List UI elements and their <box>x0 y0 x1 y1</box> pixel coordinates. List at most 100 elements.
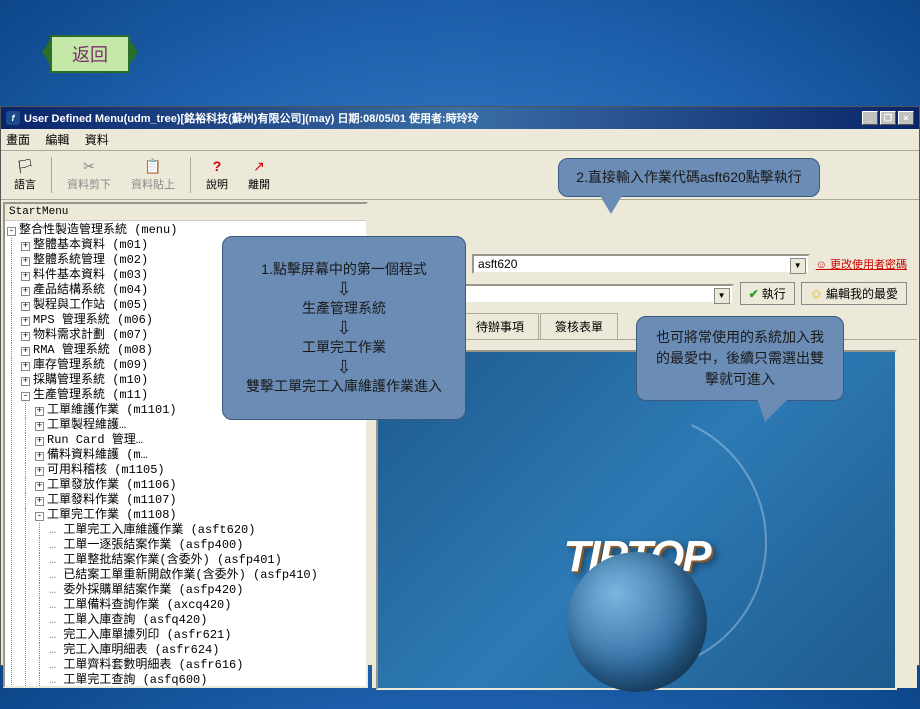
tree-label[interactable]: 採購管理系統 (m10) <box>33 373 148 387</box>
tab-approval[interactable]: 簽核表單 <box>540 313 618 339</box>
minimize-button[interactable]: _ <box>862 111 878 125</box>
tree-item: +可用料稽核 (m1105) <box>21 463 364 478</box>
tree-label[interactable]: 物料需求計劃 (m07) <box>33 328 148 342</box>
tree-label[interactable]: 工單齊料套數明細表 (asfr616) <box>63 658 243 672</box>
tree-header: StartMenu <box>5 204 366 221</box>
tree-label[interactable]: MPS 管理系統 (m06) <box>33 313 153 327</box>
tree-item: +工單發放作業 (m1106) <box>21 478 364 493</box>
tree-item: +工單發料作業 (m1107) <box>21 493 364 508</box>
edit-favorites-button[interactable]: ☺編輯我的最愛 <box>801 282 907 305</box>
expand-icon[interactable]: + <box>21 317 30 326</box>
scissors-icon: ✂ <box>79 158 99 174</box>
tree-label[interactable]: 完工入庫單據列印 (asfr621) <box>63 628 231 642</box>
expand-icon[interactable]: + <box>21 347 30 356</box>
tree-item: … 工單入庫查詢 (asfq420) <box>35 613 364 628</box>
tree-label[interactable]: 可用料稽核 (m1105) <box>47 463 165 477</box>
callout-3: 也可將常使用的系統加入我的最愛中，後續只需選出雙擊就可進入 <box>636 316 844 401</box>
tree-item: … 工單完工查詢 (asfq600) <box>35 673 364 688</box>
help-button[interactable]: ?說明 <box>197 155 237 195</box>
tree-label[interactable]: 料件基本資料 (m03) <box>33 268 148 282</box>
app-icon: f <box>6 111 20 125</box>
tree-label[interactable]: Run Card 管理… <box>47 433 143 447</box>
tree-item: +備料資料維護 (m… <box>21 448 364 463</box>
tree-label[interactable]: 工單完工入庫維護作業 (asft620) <box>63 523 255 537</box>
expand-icon[interactable]: + <box>21 257 30 266</box>
tab-todo[interactable]: 待辦事項 <box>461 313 539 339</box>
tree-label[interactable]: 工單完工查詢 (asfq600) <box>63 673 207 687</box>
execute-button[interactable]: ✔執行 <box>740 282 795 305</box>
tree-label[interactable]: 工單一逐張結案作業 (asfp400) <box>63 538 243 552</box>
tree-item: +Run Card 管理… <box>21 433 364 448</box>
expand-icon[interactable]: + <box>21 272 30 281</box>
tree-label[interactable]: 工單維護作業 (m1101) <box>47 403 177 417</box>
tree-item: … 工單整批結案作業(含委外) (asfp401) <box>35 553 364 568</box>
tree-label[interactable]: 備料資料維護 (m… <box>47 448 148 462</box>
expand-icon[interactable]: + <box>21 242 30 251</box>
tree-item: … 工單完工入庫維護作業 (asft620) <box>35 523 364 538</box>
expand-icon[interactable]: + <box>35 467 44 476</box>
menubar: 畫面 編輯 資料 <box>1 129 919 151</box>
tree-label[interactable]: 製程與工作站 (m05) <box>33 298 148 312</box>
arrow-down-icon: ⇩ <box>336 358 351 376</box>
tree-label[interactable]: 工單入庫查詢 (asfq420) <box>63 613 207 627</box>
collapse-icon[interactable]: - <box>7 227 16 236</box>
code-input[interactable]: asft620 <box>472 254 810 274</box>
menu-edit[interactable]: 編輯 <box>45 133 69 147</box>
tree-item: … 已結案工單重新開啟作業(含委外) (asfp410) <box>35 568 364 583</box>
expand-icon[interactable]: + <box>35 482 44 491</box>
expand-icon[interactable]: + <box>35 407 44 416</box>
expand-icon[interactable]: + <box>21 362 30 371</box>
paste-button: 📋資料貼上 <box>122 155 184 195</box>
tree-label[interactable]: 整體系統管理 (m02) <box>33 253 148 267</box>
maximize-button[interactable]: ❐ <box>880 111 896 125</box>
help-icon: ? <box>207 158 227 174</box>
tree-label[interactable]: 工單完工作業 (m1108) <box>47 508 177 522</box>
expand-icon[interactable]: + <box>21 302 30 311</box>
tree-item: … 完工入庫單據列印 (asfr621) <box>35 628 364 643</box>
back-button[interactable]: 返回 <box>50 35 130 73</box>
collapse-icon[interactable]: - <box>35 512 44 521</box>
cut-button: ✂資料剪下 <box>58 155 120 195</box>
tree-label[interactable]: 庫存管理系統 (m09) <box>33 358 148 372</box>
tree-label[interactable]: 產品結構系統 (m04) <box>33 283 148 297</box>
clipboard-icon: 📋 <box>143 158 163 174</box>
menu-screen[interactable]: 畫面 <box>6 133 30 147</box>
arrow-down-icon: ⇩ <box>336 280 351 298</box>
menu-data[interactable]: 資料 <box>85 133 109 147</box>
tree-label[interactable]: 整體基本資料 (m01) <box>33 238 148 252</box>
close-button[interactable]: × <box>898 111 914 125</box>
globe-icon <box>567 552 707 692</box>
tree-item: … 完工入庫明細表 (asfr624) <box>35 643 364 658</box>
expand-icon[interactable]: + <box>21 332 30 341</box>
tree-label[interactable]: 委外採購單結案作業 (asfp420) <box>63 583 243 597</box>
tree-label[interactable]: 生產管理系統 (m11) <box>33 388 148 402</box>
tree-label[interactable]: 完工入庫明細表 (asfr624) <box>63 643 219 657</box>
tree-item: … 工單備料查詢作業 (axcq420) <box>35 598 364 613</box>
expand-icon[interactable]: + <box>21 287 30 296</box>
tree-label[interactable]: 工單備料查詢作業 (axcq420) <box>63 598 231 612</box>
expand-icon[interactable]: + <box>35 437 44 446</box>
flag-icon: 🏳 <box>15 158 35 174</box>
tree-item: … 工單一逐張結案作業 (asfp400) <box>35 538 364 553</box>
exit-button[interactable]: ↗離開 <box>239 155 279 195</box>
tree-label[interactable]: 工單整批結案作業(含委外) (asfp401) <box>63 553 281 567</box>
expand-icon[interactable]: + <box>35 422 44 431</box>
lang-button[interactable]: 🏳語言 <box>5 155 45 195</box>
tree-label[interactable]: 工單發料作業 (m1107) <box>47 493 177 507</box>
expand-icon[interactable]: + <box>35 452 44 461</box>
exit-icon: ↗ <box>249 158 269 174</box>
tree-label[interactable]: RMA 管理系統 (m08) <box>33 343 153 357</box>
change-password-link[interactable]: ☺ 更改使用者密碼 <box>816 256 907 272</box>
expand-icon[interactable]: + <box>21 377 30 386</box>
callout-1: 1.點擊屏幕中的第一個程式 ⇩ 生產管理系統 ⇩ 工單完工作業 ⇩ 雙擊工單完工… <box>222 236 466 420</box>
tree-item: … 工單齊料套數明細表 (asfr616) <box>35 658 364 673</box>
callout-2: 2.直接輸入作業代碼asft620點擊執行 <box>558 158 820 197</box>
tree-item: … 委外採購單結案作業 (asfp420) <box>35 583 364 598</box>
tree-label[interactable]: 整合性製造管理系統 (menu) <box>19 223 177 237</box>
tree-label[interactable]: 已結案工單重新開啟作業(含委外) (asfp410) <box>63 568 317 582</box>
expand-icon[interactable]: + <box>35 497 44 506</box>
tree-label[interactable]: 工單製程維護… <box>47 418 126 432</box>
collapse-icon[interactable]: - <box>21 392 30 401</box>
titlebar-text: User Defined Menu(udm_tree)[銘裕科技(蘇州)有限公司… <box>24 110 479 126</box>
tree-label[interactable]: 工單發放作業 (m1106) <box>47 478 177 492</box>
